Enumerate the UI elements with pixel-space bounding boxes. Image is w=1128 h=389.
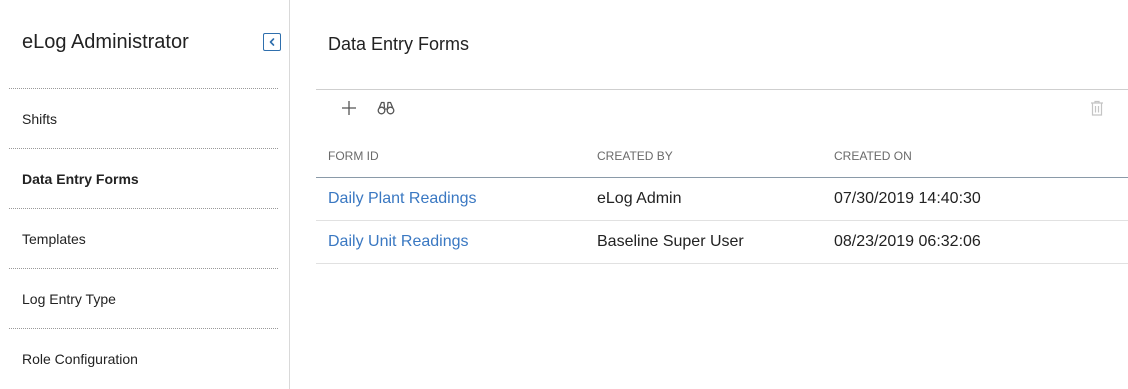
column-header-created-on[interactable]: CREATED ON: [834, 149, 912, 163]
data-entry-forms-table: FORM ID CREATED BY CREATED ON Daily Plan…: [316, 138, 1128, 264]
column-header-form-id[interactable]: FORM ID: [328, 149, 379, 163]
sidebar-item-log-entry-type[interactable]: Log Entry Type: [9, 268, 278, 328]
sidebar-item-role-configuration[interactable]: Role Configuration: [9, 328, 278, 388]
sidebar-header: eLog Administrator: [0, 0, 290, 88]
created-on-cell: 07/30/2019 14:40:30: [834, 190, 981, 207]
created-by-cell: eLog Admin: [597, 190, 682, 207]
sidebar-item-label: Shifts: [22, 111, 58, 127]
binoculars-icon: [377, 101, 395, 115]
sidebar-nav: Shifts Data Entry Forms Templates Log En…: [0, 88, 290, 388]
toolbar-divider: [316, 89, 1128, 90]
app-title: eLog Administrator: [22, 31, 189, 53]
chevron-left-icon: [269, 38, 275, 46]
table-row[interactable]: Daily Plant Readings eLog Admin 07/30/20…: [316, 178, 1128, 221]
plus-icon: [342, 101, 356, 115]
search-button[interactable]: [373, 96, 399, 120]
sidebar: eLog Administrator Shifts Data Entry For…: [0, 0, 290, 389]
created-by-cell: Baseline Super User: [597, 233, 744, 250]
page-title: Data Entry Forms: [328, 34, 470, 54]
form-id-link[interactable]: Daily Plant Readings: [328, 190, 477, 208]
column-header-created-by[interactable]: CREATED BY: [597, 149, 673, 163]
sidebar-item-label: Templates: [22, 231, 86, 247]
sidebar-item-shifts[interactable]: Shifts: [9, 88, 278, 148]
sidebar-item-label: Log Entry Type: [22, 291, 116, 307]
created-on-cell: 08/23/2019 06:32:06: [834, 233, 981, 250]
sidebar-item-data-entry-forms[interactable]: Data Entry Forms: [9, 148, 278, 208]
collapse-sidebar-button[interactable]: [263, 33, 281, 51]
form-id-link[interactable]: Daily Unit Readings: [328, 233, 469, 251]
sidebar-item-label: Role Configuration: [22, 351, 138, 367]
add-button[interactable]: [336, 96, 362, 120]
table-row[interactable]: Daily Unit Readings Baseline Super User …: [316, 221, 1128, 264]
trash-icon: [1091, 100, 1103, 116]
table-header: FORM ID CREATED BY CREATED ON: [316, 138, 1128, 178]
delete-button[interactable]: [1084, 96, 1110, 120]
sidebar-item-label: Data Entry Forms: [22, 171, 139, 187]
sidebar-item-templates[interactable]: Templates: [9, 208, 278, 268]
